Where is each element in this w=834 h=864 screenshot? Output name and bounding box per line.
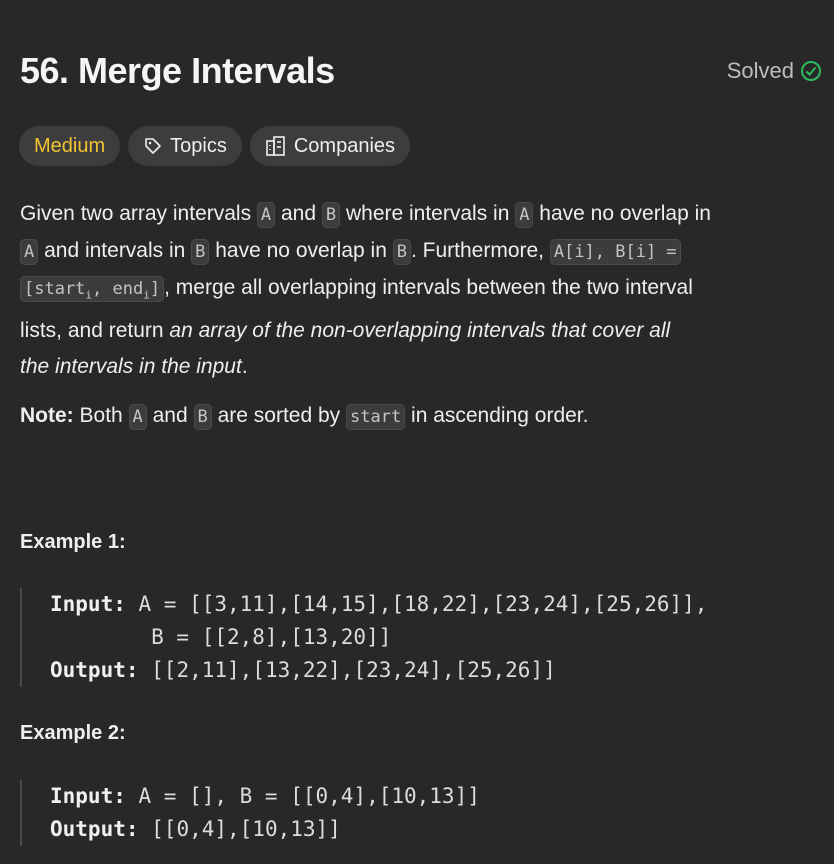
text: lists, and return (20, 319, 170, 343)
topics-button[interactable]: Topics (128, 126, 242, 166)
tag-bar: Medium Topics Companies (19, 126, 411, 166)
text: are sorted by (211, 404, 346, 427)
input-value: A = [[3,11],[14,15],[18,22],[23,24],[25,… (125, 592, 708, 616)
emphasis: the intervals in the input (20, 355, 242, 379)
output-label: Output: (50, 658, 139, 682)
note: Note: Both A and B are sorted by start i… (20, 398, 588, 435)
code-a: A (515, 202, 534, 228)
input-value: B = [[2,8],[13,20]] (50, 625, 392, 649)
solved-status: Solved (727, 58, 822, 84)
solved-label: Solved (726, 58, 794, 83)
input-label: Input: (50, 784, 126, 808)
text: and (146, 404, 194, 427)
example-2-title: Example 2: (20, 722, 126, 744)
check-circle-icon (801, 61, 821, 81)
code-b: B (321, 202, 341, 228)
code-b: B (191, 239, 210, 265)
code-a: A (256, 202, 276, 228)
text: in ascending order. (405, 404, 589, 427)
input-label: Input: (50, 592, 126, 616)
emphasis: an array of the non-overlapping interval… (169, 319, 671, 343)
example-1-block: Input: A = [[3,11],[14,15],[18,22],[23,2… (20, 588, 707, 687)
companies-button[interactable]: Companies (249, 126, 411, 166)
text: Both (73, 404, 129, 427)
text: and (275, 202, 322, 225)
input-value: A = [], B = [[0,4],[10,13]] (125, 784, 480, 808)
difficulty-badge: Medium (19, 126, 121, 166)
text: have no overlap in (533, 202, 711, 225)
page-title: 56. Merge Intervals (20, 50, 335, 91)
tag-icon (145, 138, 161, 154)
text: Given two array intervals (20, 202, 257, 225)
note-label: Note: (20, 404, 74, 427)
text: have no overlap in (209, 239, 393, 262)
code-interval-def: A[i], B[i] = (549, 239, 681, 265)
text: , end (92, 279, 144, 299)
example-1-title: Example 1: (20, 531, 126, 553)
output-value: [[0,4],[10,13]] (138, 817, 341, 841)
text: , merge all overlapping intervals betwee… (164, 276, 693, 299)
text: and intervals in (38, 239, 192, 262)
code-a: A (128, 404, 147, 430)
companies-label: Companies (293, 134, 396, 157)
code-a: A (20, 239, 39, 265)
problem-description: Given two array intervals A and B where … (20, 196, 830, 385)
text: ] (149, 279, 161, 299)
code-b: B (392, 239, 411, 265)
output-label: Output: (50, 817, 139, 841)
topics-label: Topics (170, 134, 227, 157)
code-start: start (346, 404, 406, 430)
code-start-end: [starti, endi] (20, 276, 165, 302)
example-2-block: Input: A = [], B = [[0,4],[10,13]] Outpu… (20, 780, 480, 846)
difficulty-label: Medium (34, 134, 106, 157)
text: [start (24, 279, 86, 299)
text: . Furthermore, (410, 239, 550, 262)
building-icon (266, 136, 285, 156)
subscript: i (143, 288, 150, 302)
code-b: B (193, 404, 212, 430)
output-value: [[2,11],[13,22],[23,24],[25,26]] (138, 658, 556, 682)
text: where intervals in (340, 202, 516, 225)
text: . (241, 355, 248, 379)
